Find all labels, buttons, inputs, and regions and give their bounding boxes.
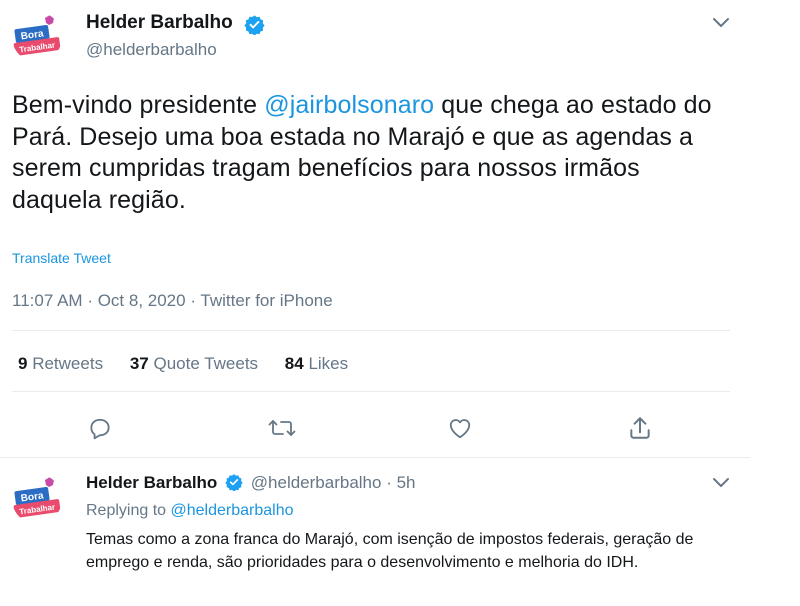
retweets-stat[interactable]: 9 Retweets (18, 354, 103, 373)
author-handle[interactable]: @helderbarbalho (86, 40, 217, 60)
retweets-count: 9 (18, 354, 28, 373)
avatar-logo-image: Bora Trabalhar (12, 12, 62, 62)
avatar-logo-image: Bora Trabalhar (12, 474, 62, 524)
tweet-stats: 9 Retweets 37 Quote Tweets 84 Likes (18, 354, 370, 374)
likes-count: 84 (284, 354, 304, 373)
tweet-time[interactable]: 11:07 AM (12, 291, 83, 310)
share-icon (630, 417, 650, 439)
reply-author-name[interactable]: Helder Barbalho (86, 473, 217, 492)
meta-separator: · (386, 473, 397, 492)
reply-author-handle[interactable]: @helderbarbalho (251, 473, 382, 492)
retweet-button[interactable] (268, 414, 296, 442)
divider (0, 457, 750, 458)
tweet-source[interactable]: Twitter for iPhone (200, 291, 332, 310)
tweet-detail-card: Bora Trabalhar Helder Barbalho @helderba… (0, 0, 750, 606)
tweet-text-part: Bem-vindo presidente (12, 91, 265, 119)
quote-tweets-label: Quote Tweets (153, 354, 259, 373)
reply-author-avatar[interactable]: Bora Trabalhar (12, 474, 62, 524)
retweet-icon (268, 420, 296, 436)
reply-icon (90, 418, 110, 440)
replying-to: Replying to @helderbarbalho (86, 502, 294, 520)
reply-text: Temas como a zona franca do Marajó, com … (86, 531, 694, 571)
divider (12, 391, 730, 392)
like-button[interactable] (446, 414, 474, 442)
tweet-text: Bem-vindo presidente @jairbolsonaro que … (12, 90, 712, 216)
translate-tweet-link[interactable]: Translate Tweet (12, 250, 111, 266)
chevron-down-icon[interactable] (711, 476, 731, 490)
chevron-down-icon[interactable] (711, 16, 731, 30)
verified-badge-icon (225, 474, 243, 492)
reply-header: Helder Barbalho @helderbarbalho · 5h (86, 473, 416, 493)
meta-separator: · (87, 291, 98, 310)
replying-to-handle[interactable]: @helderbarbalho (171, 502, 294, 519)
meta-separator: · (190, 291, 201, 310)
retweets-label: Retweets (32, 354, 104, 373)
reply-age[interactable]: 5h (397, 473, 416, 492)
divider (12, 330, 730, 331)
tweet-meta: 11:07 AM · Oct 8, 2020 · Twitter for iPh… (12, 291, 333, 311)
author-avatar[interactable]: Bora Trabalhar (12, 12, 62, 62)
verified-badge-icon (244, 15, 265, 35)
share-button[interactable] (626, 414, 654, 442)
reply-button[interactable] (86, 414, 114, 442)
quote-tweets-stat[interactable]: 37 Quote Tweets (130, 354, 258, 373)
replying-to-label: Replying to (86, 502, 167, 519)
heart-icon (449, 419, 471, 439)
likes-stat[interactable]: 84 Likes (285, 354, 348, 373)
author-name[interactable]: Helder Barbalho (86, 12, 233, 34)
likes-label: Likes (308, 354, 349, 373)
tweet-date[interactable]: Oct 8, 2020 (98, 291, 186, 310)
quote-tweets-count: 37 (129, 354, 149, 373)
mention-link[interactable]: @jairbolsonaro (264, 91, 434, 119)
